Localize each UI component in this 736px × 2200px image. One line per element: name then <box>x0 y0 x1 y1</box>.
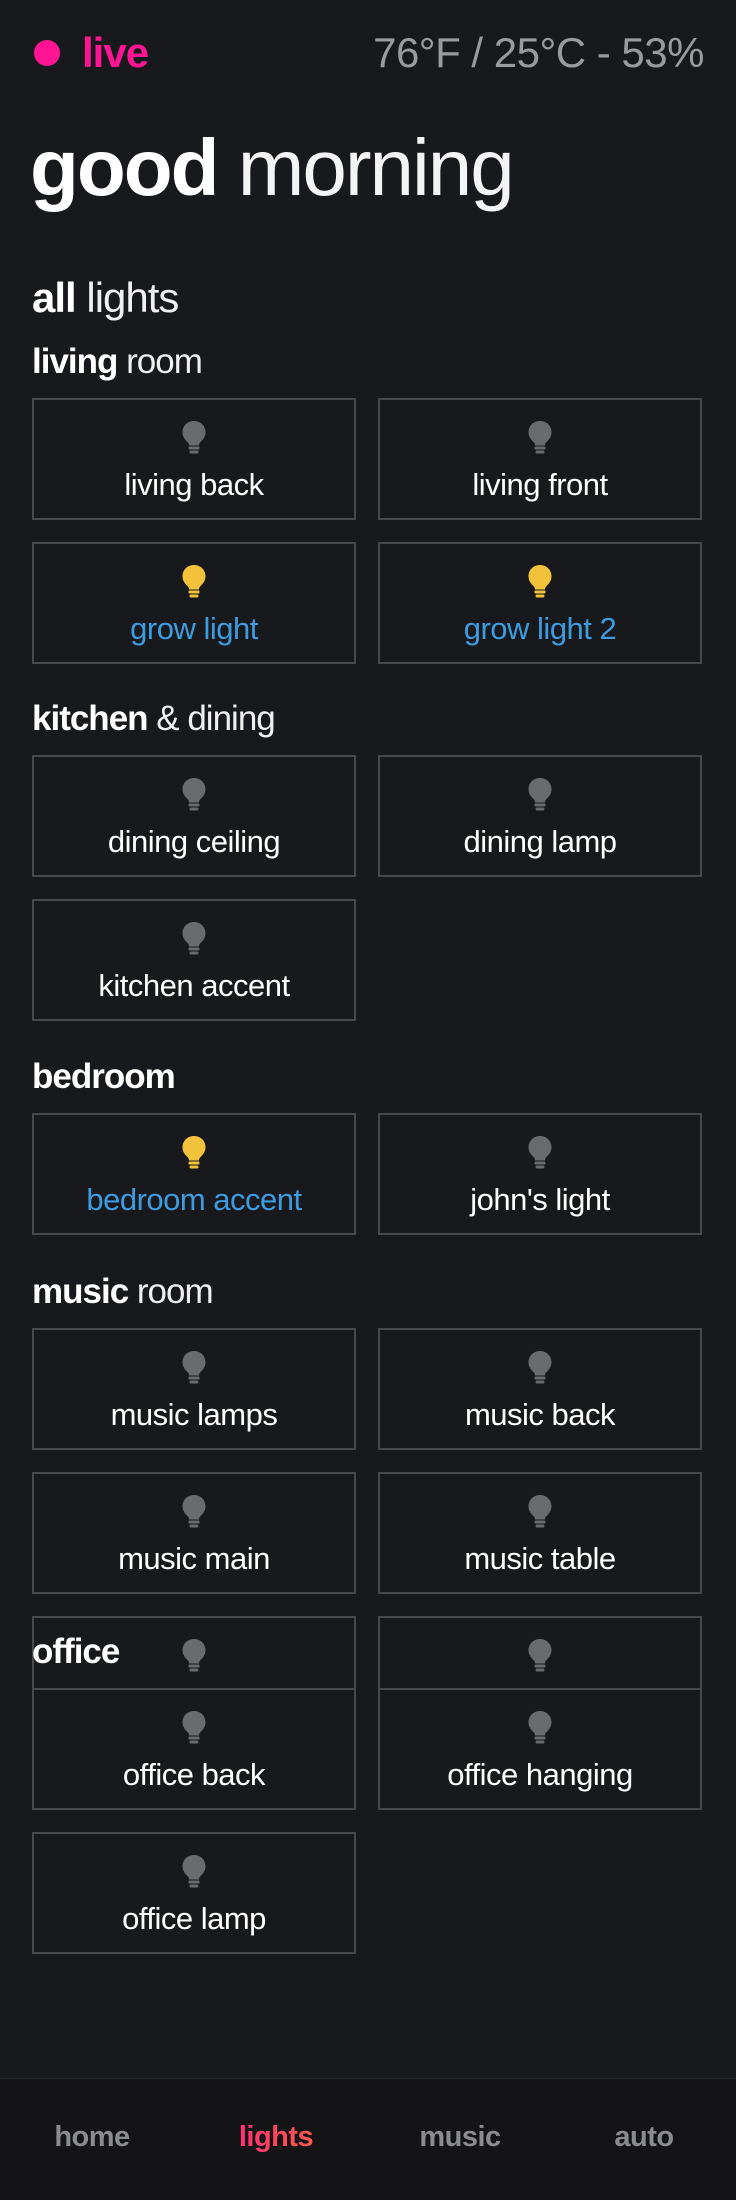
room-heading-bold: office <box>32 1632 120 1671</box>
light-tile[interactable]: music back <box>378 1328 702 1450</box>
room-heading-bold: music <box>32 1272 129 1311</box>
room-heading: office <box>32 1630 120 1674</box>
room-heading-bold: living <box>32 342 118 381</box>
greeting-light: morning <box>237 123 515 212</box>
light-name: bedroom accent <box>86 1182 302 1217</box>
light-tile[interactable]: office lamp <box>32 1832 356 1954</box>
light-name: living back <box>124 467 264 502</box>
live-label: live <box>82 29 149 76</box>
light-name: office back <box>122 1757 266 1792</box>
room-heading-light: room <box>117 342 203 381</box>
light-name: kitchen accent <box>98 968 290 1003</box>
light-name: office lamp <box>122 1901 266 1936</box>
lightbulb-icon <box>525 1637 555 1673</box>
lightbulb-icon <box>525 419 555 455</box>
light-tile[interactable]: music lamps <box>32 1328 356 1450</box>
nav-music[interactable]: music <box>368 2117 552 2157</box>
nav-lights[interactable]: lights <box>184 2117 368 2157</box>
room-heading: living room <box>32 340 203 384</box>
lightbulb-icon <box>179 1134 209 1170</box>
light-name: office hanging <box>447 1757 633 1792</box>
lightbulb-icon <box>179 776 209 812</box>
lightbulb-icon <box>179 1853 209 1889</box>
light-name: dining ceiling <box>107 824 281 859</box>
all-lights-bold: all <box>32 274 77 321</box>
light-tile[interactable]: office hanging <box>378 1688 702 1810</box>
room-heading: music room <box>32 1270 214 1314</box>
room-heading-bold: kitchen <box>32 699 149 738</box>
light-tile[interactable]: dining ceiling <box>32 755 356 877</box>
status-bar: live 76°F / 25°C - 53% <box>32 22 704 84</box>
light-tile[interactable]: dining lamp <box>378 755 702 877</box>
light-name: music lamps <box>110 1397 278 1432</box>
light-tile[interactable]: john's light <box>378 1113 702 1235</box>
greeting-title: good morning <box>30 120 515 216</box>
room-heading: bedroom <box>32 1055 176 1099</box>
greeting-bold: good <box>30 123 219 212</box>
light-tile[interactable]: music main <box>32 1472 356 1594</box>
lightbulb-icon <box>179 1637 209 1673</box>
light-tile[interactable]: grow light <box>32 542 356 664</box>
light-name: grow light <box>130 611 258 646</box>
light-name: living front <box>472 467 608 502</box>
lightbulb-icon <box>525 1349 555 1385</box>
light-tile[interactable]: kitchen accent <box>32 899 356 1021</box>
light-tile[interactable]: bedroom accent <box>32 1113 356 1235</box>
all-lights-light: lights <box>86 274 179 321</box>
light-name: music back <box>464 1397 616 1432</box>
light-name: grow light 2 <box>463 611 617 646</box>
light-tile[interactable]: grow light 2 <box>378 542 702 664</box>
lightbulb-icon <box>179 1709 209 1745</box>
light-tile[interactable]: music table <box>378 1472 702 1594</box>
light-name: music table <box>464 1541 616 1576</box>
nav-auto[interactable]: auto <box>552 2117 736 2157</box>
light-name: dining lamp <box>463 824 617 859</box>
lights-page: live 76°F / 25°C - 53% good morning all … <box>0 0 736 2078</box>
room-heading: kitchen & dining <box>32 697 276 741</box>
light-tile[interactable]: living front <box>378 398 702 520</box>
lightbulb-icon <box>179 1493 209 1529</box>
lightbulb-icon <box>525 776 555 812</box>
live-indicator-dot <box>34 40 60 66</box>
light-tile[interactable]: living back <box>32 398 356 520</box>
room-heading-light: & dining <box>147 699 276 738</box>
lightbulb-icon <box>179 563 209 599</box>
bottom-nav-bar: home lights music auto <box>0 2078 736 2200</box>
room-heading-bold: bedroom <box>32 1057 176 1096</box>
weather-readout: 76°F / 25°C - 53% <box>373 29 704 76</box>
nav-home[interactable]: home <box>0 2117 184 2157</box>
all-lights-heading: all lights <box>32 272 179 324</box>
lightbulb-icon <box>179 920 209 956</box>
light-name: john's light <box>470 1182 610 1217</box>
lightbulb-icon <box>179 1349 209 1385</box>
light-tile[interactable]: office back <box>32 1688 356 1810</box>
room-heading-light: room <box>128 1272 214 1311</box>
lightbulb-icon <box>179 419 209 455</box>
lightbulb-icon <box>525 1709 555 1745</box>
lightbulb-icon <box>525 1134 555 1170</box>
lightbulb-icon <box>525 563 555 599</box>
lightbulb-icon <box>525 1493 555 1529</box>
light-name: music main <box>118 1541 270 1576</box>
